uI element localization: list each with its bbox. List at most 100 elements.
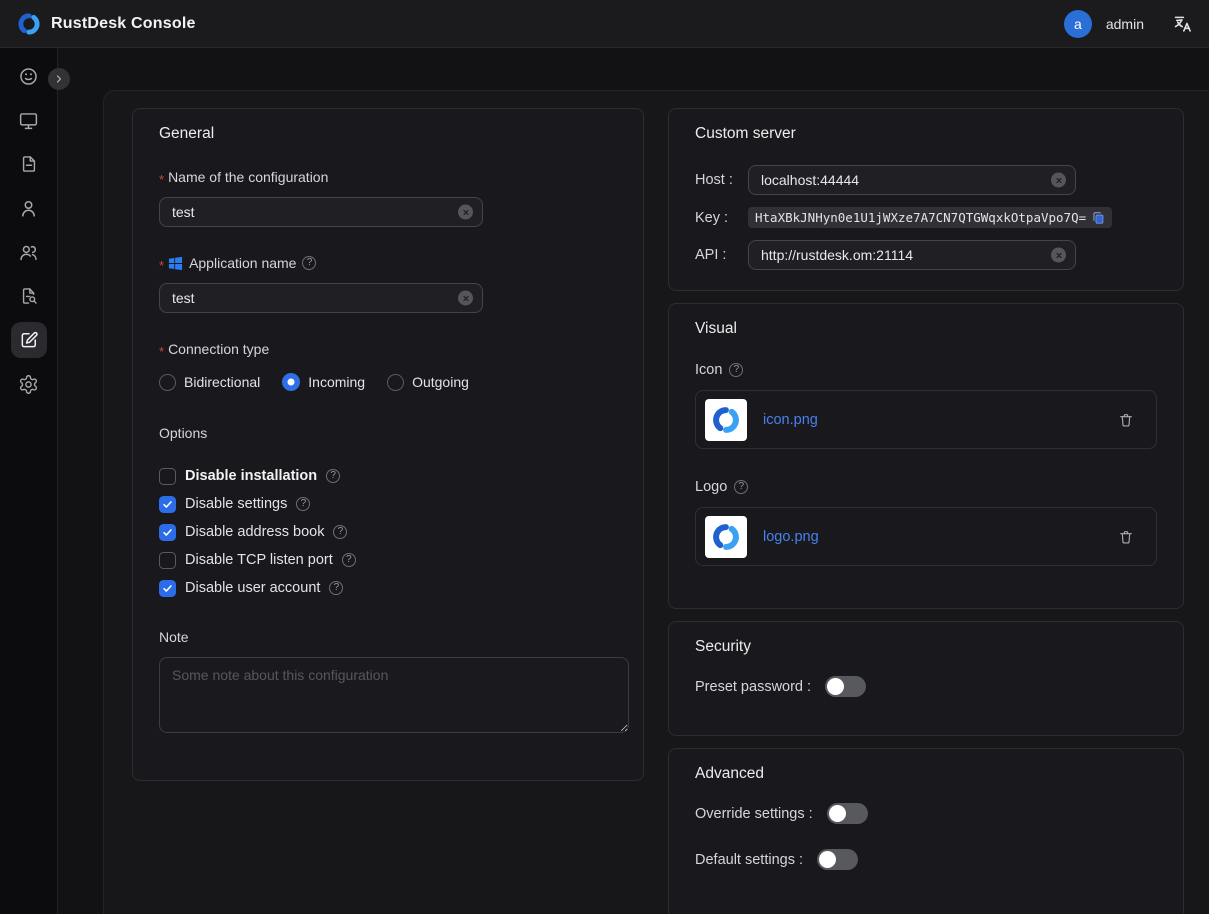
clear-icon[interactable]: [1051, 248, 1066, 263]
custom-server-card: Custom server Host : Key : HtaXBkJNHyn0e…: [668, 108, 1184, 291]
file-search-icon: [19, 286, 39, 306]
radio-circle-selected: [282, 373, 300, 391]
top-navbar: RustDesk Console a admin: [0, 0, 1209, 48]
app-title: RustDesk Console: [51, 15, 196, 33]
key-label: Key :: [695, 210, 748, 226]
override-settings-toggle[interactable]: [827, 803, 868, 824]
help-icon[interactable]: ?: [302, 256, 316, 270]
sidebar-item-users[interactable]: [11, 190, 47, 226]
api-label: API :: [695, 247, 748, 263]
security-title: Security: [695, 638, 1157, 656]
brand[interactable]: RustDesk Console: [16, 11, 196, 37]
sidebar-collapse-button[interactable]: [48, 68, 70, 90]
sidebar-item-devices[interactable]: [11, 102, 47, 138]
visual-title: Visual: [695, 320, 1157, 338]
icon-thumbnail: [705, 399, 747, 441]
logo-file-item: logo.png: [695, 507, 1157, 566]
help-icon[interactable]: ?: [326, 469, 340, 483]
sidebar: [0, 48, 58, 914]
checkbox-checked: [159, 496, 176, 513]
advanced-title: Advanced: [695, 765, 1157, 783]
icon-file-link[interactable]: icon.png: [763, 412, 818, 428]
option-disable-address-book[interactable]: Disable address book ?: [159, 521, 617, 543]
logo-file-link[interactable]: logo.png: [763, 529, 819, 545]
checkbox-unchecked: [159, 468, 176, 485]
help-icon[interactable]: ?: [729, 363, 743, 377]
application-name-input[interactable]: [159, 283, 483, 313]
windows-icon: [168, 256, 183, 271]
username[interactable]: admin: [1106, 16, 1144, 32]
rustdesk-logo-icon: [16, 11, 42, 37]
clear-icon[interactable]: [458, 291, 473, 306]
icon-label: Icon ?: [695, 362, 1157, 378]
option-disable-tcp-listen-port[interactable]: Disable TCP listen port ?: [159, 549, 617, 571]
radio-incoming[interactable]: Incoming: [282, 373, 365, 391]
toggle-knob: [829, 805, 846, 822]
copy-icon[interactable]: [1091, 211, 1105, 225]
user-icon: [18, 198, 39, 219]
security-card: Security Preset password :: [668, 621, 1184, 736]
checkbox-checked: [159, 524, 176, 541]
server-key-value: HtaXBkJNHyn0e1U1jWXze7A7CN7QTGWqxkOtpaVp…: [748, 207, 1112, 228]
help-icon[interactable]: ?: [734, 480, 748, 494]
avatar[interactable]: a: [1064, 10, 1092, 38]
option-disable-user-account[interactable]: Disable user account ?: [159, 577, 617, 599]
custom-server-title: Custom server: [695, 125, 1157, 143]
required-asterisk: *: [159, 344, 164, 359]
radio-circle: [159, 374, 176, 391]
config-name-label: * Name of the configuration: [159, 169, 617, 185]
help-icon[interactable]: ?: [342, 553, 356, 567]
sidebar-item-audit[interactable]: [11, 278, 47, 314]
default-settings-toggle[interactable]: [817, 849, 858, 870]
rustdesk-console-app: RustDesk Console a admin: [0, 0, 1209, 914]
default-settings-label: Default settings :: [695, 852, 803, 868]
override-settings-label: Override settings :: [695, 806, 813, 822]
file-text-icon: [19, 154, 39, 174]
api-input[interactable]: [748, 240, 1076, 270]
sidebar-item-sessions[interactable]: [11, 146, 47, 182]
logo-thumbnail: [705, 516, 747, 558]
help-icon[interactable]: ?: [329, 581, 343, 595]
general-card: General * Name of the configuration *: [132, 108, 644, 781]
help-icon[interactable]: ?: [296, 497, 310, 511]
option-disable-settings[interactable]: Disable settings ?: [159, 493, 617, 515]
checkbox-checked: [159, 580, 176, 597]
required-asterisk: *: [159, 172, 164, 187]
sidebar-item-groups[interactable]: [11, 234, 47, 270]
gear-icon: [18, 374, 39, 395]
host-input[interactable]: [748, 165, 1076, 195]
trash-icon[interactable]: [1118, 412, 1134, 428]
preset-password-toggle[interactable]: [825, 676, 866, 697]
sidebar-item-settings[interactable]: [11, 366, 47, 402]
clear-icon[interactable]: [458, 205, 473, 220]
note-textarea[interactable]: [159, 657, 629, 733]
connection-type-radio-group: Bidirectional Incoming Outgoing: [159, 373, 617, 391]
sidebar-item-welcome[interactable]: [11, 58, 47, 94]
clear-icon[interactable]: [1051, 173, 1066, 188]
logo-label: Logo ?: [695, 479, 1157, 495]
radio-bidirectional[interactable]: Bidirectional: [159, 374, 260, 391]
general-card-title: General: [159, 125, 617, 143]
option-disable-installation[interactable]: Disable installation ?: [159, 465, 617, 487]
trash-icon[interactable]: [1118, 529, 1134, 545]
users-icon: [18, 242, 39, 263]
toggle-knob: [827, 678, 844, 695]
main-content-panel: General * Name of the configuration *: [103, 90, 1209, 914]
help-icon[interactable]: ?: [333, 525, 347, 539]
visual-card: Visual Icon ? icon.png: [668, 303, 1184, 609]
monitor-icon: [18, 110, 39, 131]
host-label: Host :: [695, 172, 748, 188]
checkbox-unchecked: [159, 552, 176, 569]
toggle-knob: [819, 851, 836, 868]
sidebar-item-custom-clients[interactable]: [11, 322, 47, 358]
advanced-card: Advanced Override settings : Default set…: [668, 748, 1184, 914]
edit-icon: [19, 330, 39, 350]
preset-password-label: Preset password :: [695, 679, 811, 695]
radio-circle: [387, 374, 404, 391]
connection-type-label: * Connection type: [159, 341, 617, 357]
config-name-input[interactable]: [159, 197, 483, 227]
required-asterisk: *: [159, 258, 164, 273]
radio-outgoing[interactable]: Outgoing: [387, 374, 469, 391]
language-icon[interactable]: [1172, 13, 1193, 34]
note-label: Note: [159, 629, 617, 645]
